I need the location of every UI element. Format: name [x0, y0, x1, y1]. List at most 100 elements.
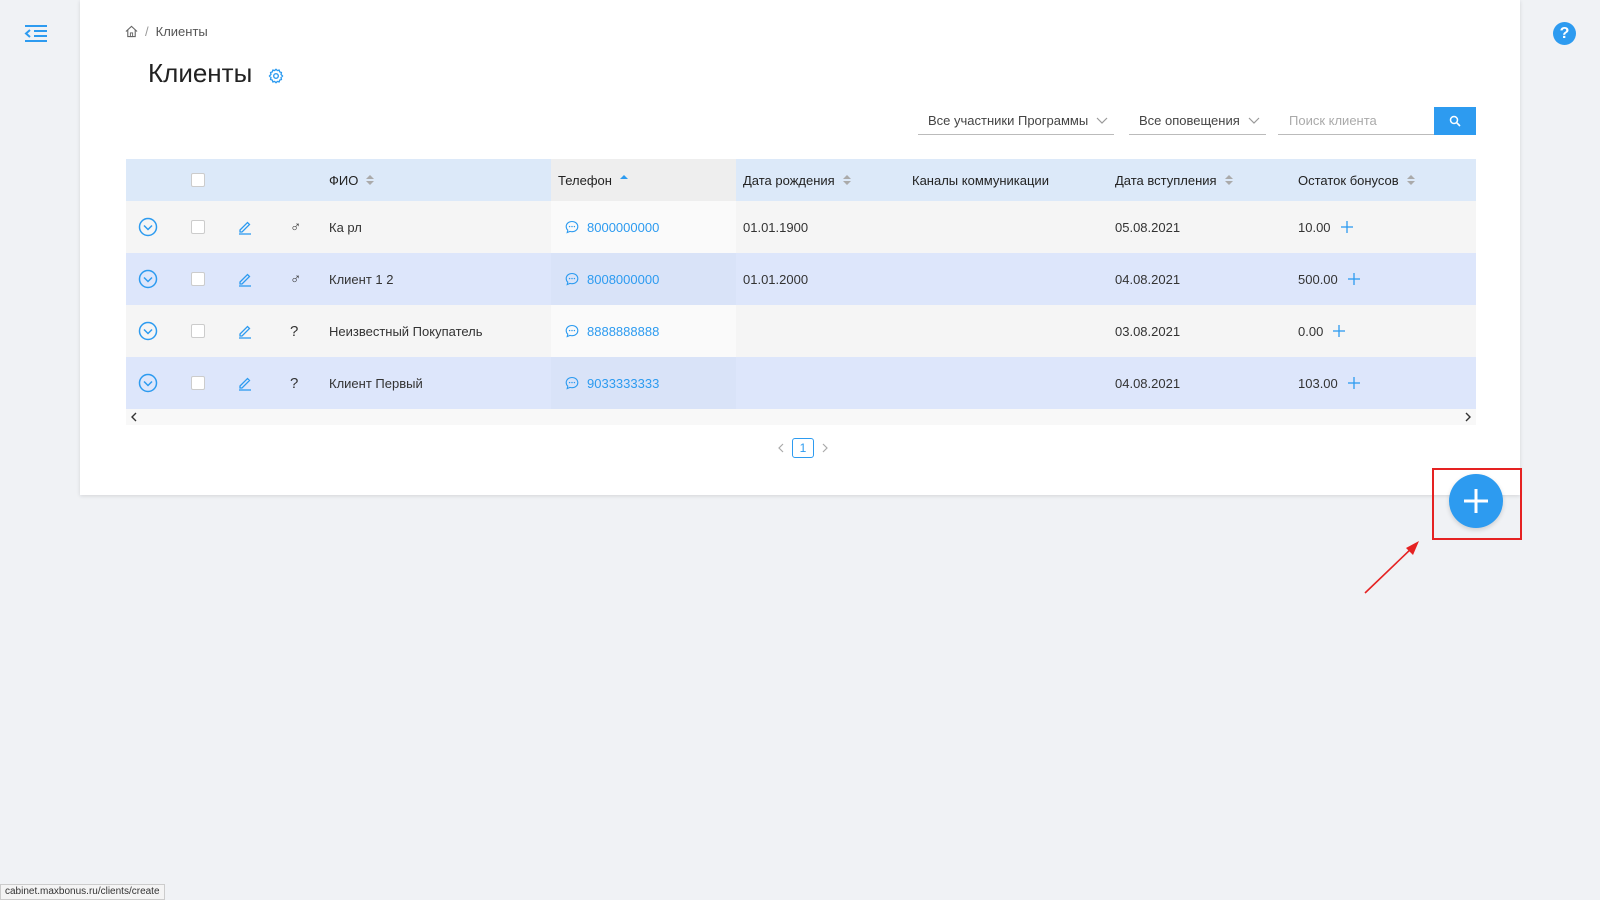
add-bonus-icon[interactable] [1333, 325, 1346, 337]
search-icon [1449, 115, 1461, 127]
column-header-channels-label: Каналы коммуникации [912, 172, 1049, 188]
scroll-left-icon[interactable] [129, 412, 139, 422]
participants-filter-label: Все участники Программы [928, 113, 1089, 128]
breadcrumb-separator: / [145, 24, 149, 39]
gender-icon: ? [290, 322, 299, 340]
column-header-birth[interactable]: Дата рождения [743, 159, 851, 201]
table-body: ♂ Ка рл 8000000000 01.01.1900 05.08.2021 10.0… [126, 201, 1476, 409]
chat-bubble-icon [565, 376, 579, 390]
page-title: Клиенты [148, 58, 253, 88]
chevron-down-circle-icon[interactable] [138, 217, 158, 237]
horizontal-scrollbar[interactable] [126, 409, 1476, 425]
expand-cell [138, 253, 158, 305]
table-row[interactable]: ♂ Клиент 1 2 8008000000 01.01.2000 04.08.202… [126, 253, 1476, 305]
column-header-bonus-label: Остаток бонусов [1298, 172, 1399, 188]
prev-page-icon[interactable] [777, 443, 785, 453]
phone-link[interactable]: 8888888888 [587, 324, 659, 339]
chevron-down-icon [1248, 117, 1260, 124]
pencil-icon[interactable] [237, 323, 253, 339]
bonus-cell: 0.00 [1298, 305, 1346, 357]
menu-toggle-icon[interactable] [24, 24, 48, 44]
add-bonus-icon[interactable] [1340, 221, 1353, 233]
column-header-phone[interactable]: Телефон [558, 159, 628, 201]
sort-icon [1224, 175, 1233, 185]
row-checkbox[interactable] [191, 376, 205, 390]
client-name: Клиент 1 2 [329, 271, 394, 287]
join-date: 03.08.2021 [1115, 323, 1181, 339]
pencil-icon[interactable] [237, 375, 253, 391]
sort-icon [619, 175, 628, 185]
table-row[interactable]: ? Неизвестный Покупатель 8888888888 03.08.2… [126, 305, 1476, 357]
edit-cell [237, 253, 253, 305]
edit-cell [237, 357, 253, 409]
notifications-filter[interactable]: Все оповещения [1129, 107, 1266, 135]
expand-cell [138, 357, 158, 409]
column-header-birth-label: Дата рождения [743, 172, 835, 188]
chevron-down-circle-icon[interactable] [138, 321, 158, 341]
scroll-right-icon[interactable] [1463, 412, 1473, 422]
participants-filter[interactable]: Все участники Программы [918, 107, 1114, 135]
pencil-icon[interactable] [237, 219, 253, 235]
table-header: ФИО Телефон Дата рождения Каналы коммуни… [126, 159, 1476, 201]
expand-cell [138, 201, 158, 253]
sort-icon [842, 175, 851, 185]
chat-bubble-icon [565, 220, 579, 234]
sort-icon [366, 175, 375, 185]
add-bonus-icon[interactable] [1347, 377, 1360, 389]
select-all-checkbox[interactable] [191, 173, 205, 187]
table-row[interactable]: ? Клиент Первый 9033333333 04.08.2021 103.00 [126, 357, 1476, 409]
notifications-filter-label: Все оповещения [1139, 113, 1240, 128]
add-bonus-icon[interactable] [1347, 273, 1360, 285]
phone-link[interactable]: 9033333333 [587, 376, 659, 391]
select-all-checkbox-wrap [191, 159, 205, 201]
bonus-balance: 0.00 [1298, 323, 1324, 339]
phone-link[interactable]: 8008000000 [587, 272, 659, 287]
bonus-cell: 10.00 [1298, 201, 1353, 253]
row-checkbox-cell [191, 253, 205, 305]
client-name: Ка рл [329, 219, 362, 235]
join-date: 04.08.2021 [1115, 375, 1181, 391]
client-name: Клиент Первый [329, 375, 423, 391]
plus-icon [1464, 489, 1488, 513]
edit-cell [237, 305, 253, 357]
search-input[interactable] [1278, 107, 1434, 135]
bonus-balance: 10.00 [1298, 219, 1331, 235]
bonus-cell: 500.00 [1298, 253, 1360, 305]
column-header-bonus[interactable]: Остаток бонусов [1298, 159, 1415, 201]
column-header-phone-label: Телефон [558, 172, 612, 188]
help-icon[interactable]: ? [1553, 22, 1576, 45]
column-header-name[interactable]: ФИО [329, 159, 375, 201]
status-bar-url: cabinet.maxbonus.ru/clients/create [0, 884, 165, 900]
search-button[interactable] [1434, 107, 1476, 135]
add-client-button[interactable] [1449, 474, 1503, 528]
gear-icon[interactable] [268, 68, 284, 84]
birth-date: 01.01.1900 [743, 219, 809, 235]
annotation-arrow [1364, 541, 1419, 594]
gender-icon: ? [290, 374, 299, 392]
phone-link[interactable]: 8000000000 [587, 220, 659, 235]
row-checkbox[interactable] [191, 220, 205, 234]
next-page-icon[interactable] [821, 443, 829, 453]
phone-cell: 9033333333 [565, 357, 659, 409]
breadcrumb: / Клиенты [125, 24, 208, 39]
row-checkbox[interactable] [191, 324, 205, 338]
row-checkbox[interactable] [191, 272, 205, 286]
bonus-balance: 500.00 [1298, 271, 1338, 287]
breadcrumb-current: Клиенты [155, 24, 208, 39]
page-button[interactable]: 1 [792, 438, 814, 458]
pagination: 1 [777, 438, 829, 458]
clients-table: ФИО Телефон Дата рождения Каналы коммуни… [126, 159, 1476, 425]
client-name: Неизвестный Покупатель [329, 323, 483, 339]
pencil-icon[interactable] [237, 271, 253, 287]
chevron-down-circle-icon[interactable] [138, 373, 158, 393]
join-date: 05.08.2021 [1115, 219, 1181, 235]
chevron-down-circle-icon[interactable] [138, 269, 158, 289]
home-icon[interactable] [125, 25, 138, 38]
bonus-cell: 103.00 [1298, 357, 1360, 409]
table-row[interactable]: ♂ Ка рл 8000000000 01.01.1900 05.08.2021 10.0… [126, 201, 1476, 253]
chevron-down-icon [1096, 117, 1108, 124]
column-header-joined[interactable]: Дата вступления [1115, 159, 1233, 201]
column-header-joined-label: Дата вступления [1115, 172, 1217, 188]
phone-cell: 8000000000 [565, 201, 659, 253]
gender-icon: ♂ [290, 270, 302, 288]
